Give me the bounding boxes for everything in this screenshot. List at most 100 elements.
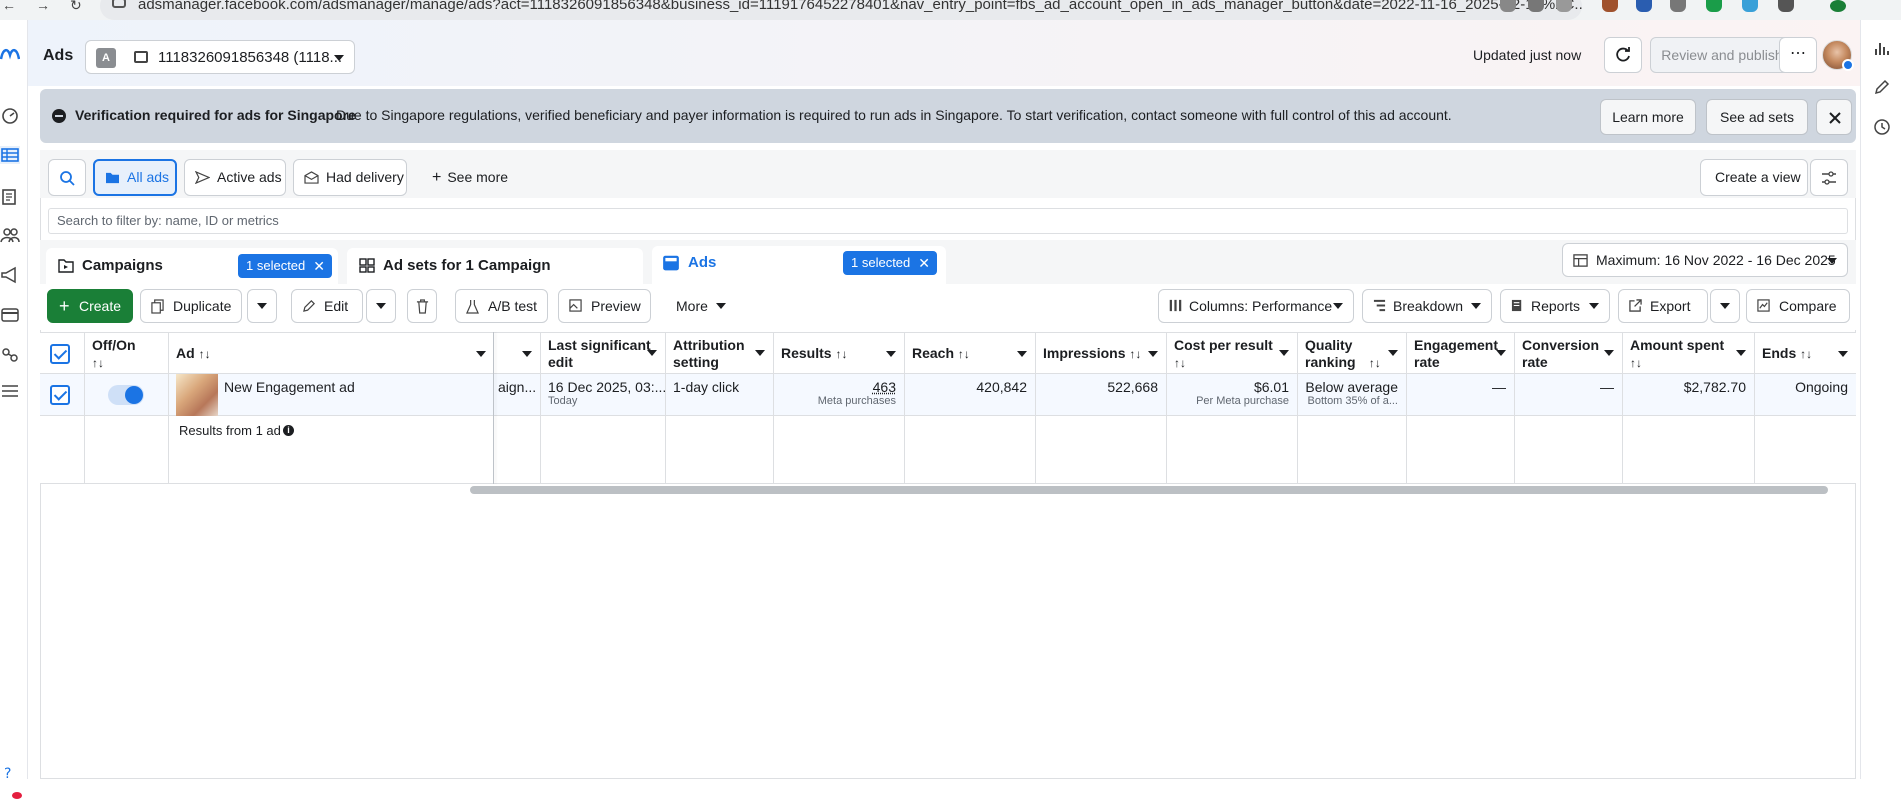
info-icon[interactable]: i — [283, 425, 294, 436]
meta-badge-icon — [1842, 59, 1854, 71]
see-more-filters[interactable]: + See more — [432, 159, 508, 196]
filter-active-ads[interactable]: Active ads — [184, 159, 286, 196]
tab-ad-sets[interactable]: Ad sets for 1 Campaign — [347, 248, 643, 284]
translate-icon[interactable] — [1500, 0, 1516, 12]
more-actions-button[interactable]: More — [659, 289, 733, 323]
col-cost-per-result-header[interactable]: Cost per result ↑↓ — [1166, 332, 1297, 374]
refresh-button[interactable] — [1604, 37, 1642, 73]
breakdown-button[interactable]: Breakdown — [1362, 289, 1492, 323]
address-bar[interactable]: adsmanager.facebook.com/adsmanager/manag… — [100, 0, 1582, 20]
col-conversion-ranking-header[interactable]: Conversion rate rankin... — [1514, 332, 1622, 387]
ab-test-button[interactable]: A/B test — [455, 289, 548, 323]
search-input[interactable]: Search to filter by: name, ID or metrics — [48, 208, 1848, 234]
ad-account-selector[interactable]: A 1118326091856348 (1118... — [85, 40, 355, 74]
view-settings-button[interactable] — [1810, 159, 1848, 196]
campaigns-selected-badge[interactable]: 1 selected ✕ — [238, 254, 332, 278]
reports-icon[interactable] — [0, 188, 20, 206]
extension-icon[interactable] — [1636, 0, 1652, 12]
sort-icon: ↑↓ — [835, 347, 848, 361]
extensions-puzzle-icon[interactable] — [1778, 0, 1794, 12]
url-text: adsmanager.facebook.com/adsmanager/manag… — [138, 0, 1582, 13]
edit-button[interactable]: Edit — [291, 289, 363, 323]
grid-line — [1035, 332, 1036, 484]
select-all-checkbox[interactable] — [50, 344, 70, 364]
delete-button[interactable] — [407, 289, 437, 323]
export-button[interactable]: Export — [1618, 289, 1708, 323]
edit-pencil-icon[interactable] — [1873, 78, 1891, 96]
horizontal-scrollbar[interactable] — [470, 486, 1828, 494]
col-offon-header[interactable]: Off/On ↑↓ — [84, 332, 168, 374]
export-icon — [1629, 299, 1642, 312]
audiences-icon[interactable] — [0, 226, 20, 244]
help-icon[interactable]: ? — [0, 764, 20, 782]
create-button[interactable]: + Create — [47, 289, 133, 323]
see-ad-sets-button[interactable]: See ad sets — [1706, 99, 1808, 135]
folder-icon — [106, 172, 119, 184]
search-button[interactable] — [48, 159, 86, 196]
col-quality-ranking-header[interactable]: Quality ranking ↑↓ — [1297, 332, 1406, 374]
reports-button[interactable]: Reports — [1500, 289, 1610, 323]
duplicate-dropdown[interactable] — [247, 289, 277, 323]
col-impressions-header[interactable]: Impressions ↑↓ — [1035, 332, 1166, 374]
review-and-publish-button[interactable]: Review and publish — [1650, 37, 1794, 73]
tab-ads[interactable]: Ads 1 selected ✕ — [652, 246, 946, 284]
toggle-knob — [125, 386, 143, 404]
extension-cookie-icon[interactable] — [1602, 0, 1618, 12]
bookmark-star-icon[interactable] — [1556, 0, 1572, 12]
col-clipped-header[interactable] — [494, 332, 540, 374]
preview-button[interactable]: Preview — [558, 289, 651, 323]
site-info-icon[interactable] — [112, 0, 126, 8]
meta-logo-icon[interactable] — [0, 46, 21, 64]
svg-text:?: ? — [4, 766, 11, 782]
clear-selection-icon[interactable]: ✕ — [918, 251, 930, 275]
extension-icon-4[interactable] — [1742, 0, 1758, 12]
learn-more-button[interactable]: Learn more — [1600, 99, 1696, 135]
ad-thumbnail[interactable] — [176, 374, 218, 416]
duplicate-button[interactable]: Duplicate — [140, 289, 242, 323]
extension-icon-3[interactable] — [1706, 0, 1722, 12]
columns-performance-button[interactable]: Columns: Performance — [1158, 289, 1354, 323]
forward-icon[interactable]: → — [36, 0, 50, 14]
export-dropdown[interactable] — [1710, 289, 1740, 323]
chart-panel-icon[interactable] — [1873, 40, 1891, 58]
history-clock-icon[interactable] — [1873, 118, 1891, 136]
col-engagement-ranking-header[interactable]: Engagement rate rankin... — [1406, 332, 1514, 387]
close-banner-button[interactable] — [1816, 99, 1852, 135]
avatar[interactable] — [1822, 40, 1854, 71]
filter-all-ads[interactable]: All ads — [93, 159, 177, 196]
col-amount-spent-header[interactable]: Amount spent ↑↓ — [1622, 332, 1754, 374]
col-last-edit-header[interactable]: Last significant edit — [540, 332, 665, 374]
business-settings-icon[interactable] — [0, 346, 20, 364]
ad-on-off-toggle[interactable] — [108, 385, 144, 405]
tab-campaigns[interactable]: Campaigns 1 selected ✕ — [46, 248, 338, 284]
ad-account-icon — [134, 51, 148, 63]
zoom-icon[interactable] — [1528, 0, 1544, 12]
col-ad-header[interactable]: Ad ↑↓ — [168, 332, 494, 374]
create-view-button[interactable]: Create a view — [1700, 159, 1808, 196]
envelope-icon — [304, 171, 319, 184]
date-range-picker[interactable]: Maximum: 16 Nov 2022 - 16 Dec 2025 — [1562, 243, 1848, 277]
header-more-button[interactable]: ⋯ — [1779, 37, 1817, 73]
row-checkbox[interactable] — [50, 385, 70, 405]
col-results-header[interactable]: Results ↑↓ — [773, 332, 904, 374]
col-attribution-header[interactable]: Attribution setting — [665, 332, 773, 374]
billing-card-icon[interactable] — [0, 306, 20, 324]
col-ends-header[interactable]: Ends ↑↓ — [1754, 332, 1856, 374]
col-reach-header[interactable]: Reach ↑↓ — [904, 332, 1035, 374]
campaigns-table-icon[interactable] — [0, 146, 20, 164]
ads-selected-badge[interactable]: 1 selected ✕ — [843, 251, 937, 275]
reload-icon[interactable]: ↻ — [70, 0, 82, 14]
ad-name-link[interactable]: New Engagement ad — [224, 379, 355, 395]
advertising-megaphone-icon[interactable] — [0, 266, 20, 284]
profile-icon[interactable] — [1830, 0, 1846, 12]
back-icon[interactable]: ← — [2, 0, 16, 14]
clear-selection-icon[interactable]: ✕ — [313, 254, 325, 278]
extension-icon-2[interactable] — [1670, 0, 1686, 12]
breakdown-icon — [1373, 299, 1386, 312]
filter-had-delivery[interactable]: Had delivery — [293, 159, 407, 196]
menu-hamburger-icon[interactable] — [0, 382, 20, 400]
overview-gauge-icon[interactable] — [0, 107, 20, 125]
compare-button[interactable]: Compare — [1746, 289, 1850, 323]
results-value[interactable]: 463 — [873, 379, 896, 395]
edit-dropdown[interactable] — [366, 289, 396, 323]
